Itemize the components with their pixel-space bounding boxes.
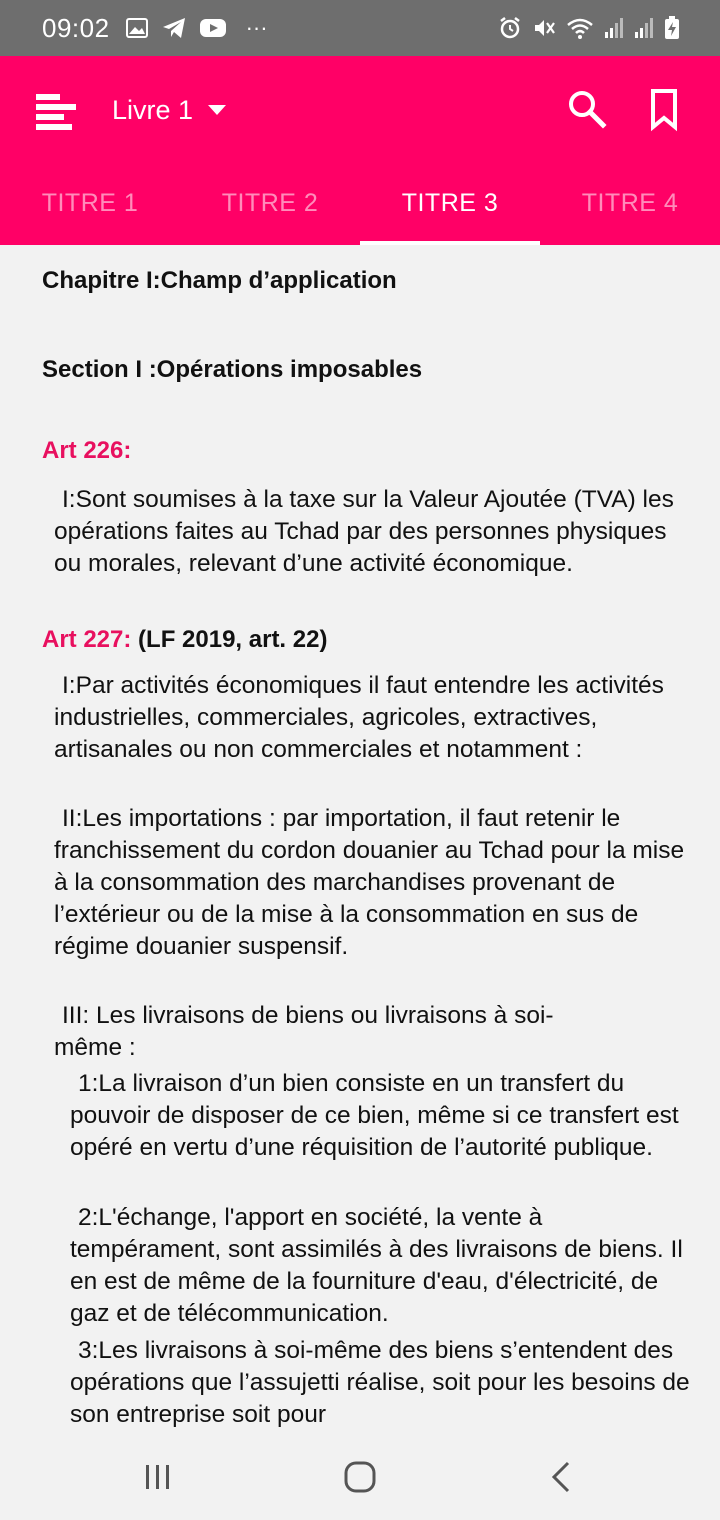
article-227-heading: Art 227: (LF 2019, art. 22): [42, 626, 327, 654]
menu-icon: [36, 94, 76, 130]
article-227-label: Art 227:: [42, 626, 132, 653]
tab-titre-3[interactable]: TITRE 3: [360, 162, 540, 245]
tab-titre-1[interactable]: TITRE 1: [0, 162, 180, 245]
article-226-heading: Art 226:: [42, 437, 131, 465]
menu-button[interactable]: [34, 86, 82, 134]
recents-icon: [146, 1465, 169, 1489]
status-bar: 09:02 ···: [0, 0, 720, 56]
article-226-paragraph-1: I:Sont soumises à la taxe sur la Valeur …: [54, 486, 674, 577]
recents-button[interactable]: [138, 1457, 178, 1497]
article-227-reference: (LF 2019, art. 22): [138, 626, 328, 653]
back-button[interactable]: [542, 1457, 582, 1497]
signal-icon: [634, 17, 654, 39]
battery-charging-icon: [664, 16, 680, 40]
alarm-icon: [498, 16, 522, 40]
signal-icon: [604, 17, 624, 39]
article-227-paragraph-3: III: Les livraisons de biens ou livraiso…: [54, 1002, 554, 1061]
search-button[interactable]: [566, 88, 608, 130]
tab-titre-2[interactable]: TITRE 2: [180, 162, 360, 245]
article-content[interactable]: Chapitre I:Champ d’application Section I…: [0, 245, 720, 1435]
status-time: 09:02: [42, 12, 110, 43]
youtube-icon: [199, 18, 226, 38]
section-heading: Section I :Opérations imposables: [42, 356, 423, 383]
telegram-icon: [162, 17, 186, 39]
article-227-subparagraph-1: 1:La livraison d’un bien consiste en un …: [70, 1070, 679, 1161]
article-227-paragraph-1: I:Par activités économiques il faut ente…: [54, 672, 664, 763]
tab-bar: TITRE 1 TITRE 2 TITRE 3 TITRE 4: [0, 162, 720, 245]
back-icon: [551, 1461, 570, 1493]
home-icon: [344, 1461, 376, 1493]
home-button[interactable]: [340, 1457, 380, 1497]
chapter-heading: Chapitre I:Champ d’application: [42, 267, 397, 294]
bookmark-button[interactable]: [644, 86, 684, 132]
app-bar: Livre 1: [0, 56, 720, 162]
notification-icons: ···: [125, 15, 268, 41]
chevron-down-icon: [208, 105, 227, 115]
gallery-icon: [125, 18, 148, 38]
more-icon: ···: [245, 15, 268, 40]
book-selector[interactable]: Livre 1: [112, 90, 227, 130]
navigation-bar: [0, 1435, 720, 1520]
search-icon: [569, 91, 607, 129]
wifi-icon: [566, 16, 594, 40]
tab-titre-4[interactable]: TITRE 4: [540, 162, 720, 245]
book-selector-label: Livre 1: [112, 94, 194, 125]
article-226-label: Art 226:: [42, 437, 132, 464]
article-227-subparagraph-3: 3:Les livraisons à soi-même des biens s’…: [70, 1337, 690, 1428]
bookmark-icon: [651, 89, 677, 132]
mute-icon: [532, 16, 556, 40]
system-icons: [498, 0, 680, 56]
article-227-paragraph-2: II:Les importations : par importation, i…: [54, 805, 685, 960]
article-227-subparagraph-2: 2:L'échange, l'apport en société, la ven…: [70, 1204, 683, 1327]
